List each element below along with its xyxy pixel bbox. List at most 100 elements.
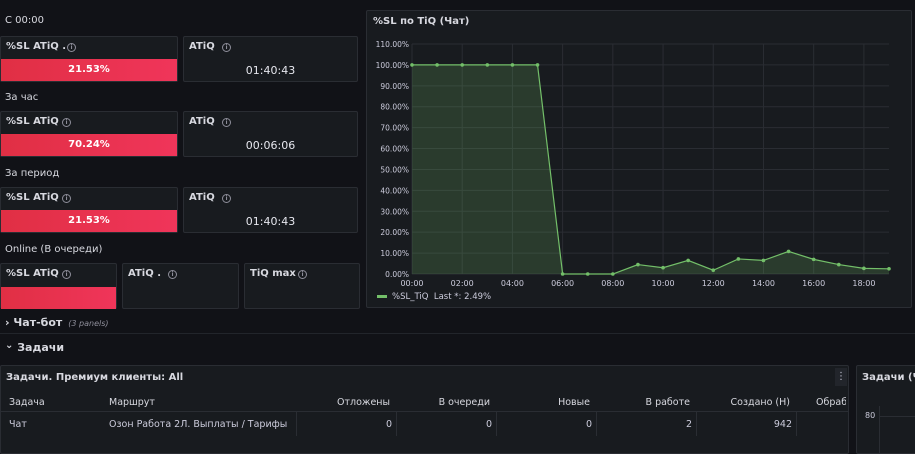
panel-title: %SL ATiQ bbox=[6, 268, 59, 279]
cell-route: Озон Работа 2Л. Выплаты / Тарифы bbox=[109, 419, 288, 430]
y-tick-label: 50.00% bbox=[380, 165, 409, 174]
since-atiq-panel: ATiQ i 01:40:43 bbox=[183, 36, 358, 82]
data-point[interactable] bbox=[560, 272, 565, 276]
y-tick-label: 110.00% bbox=[376, 40, 409, 49]
online-sl-panel: %SL ATiQ i bbox=[0, 263, 117, 309]
atiq-value: 01:40:43 bbox=[245, 64, 296, 77]
data-point[interactable] bbox=[711, 268, 716, 273]
column-header-route[interactable]: Маршрут bbox=[109, 397, 155, 408]
x-tick-label: 00:00 bbox=[400, 279, 423, 288]
chevron-down-icon: ⌄ bbox=[5, 340, 14, 351]
tasks-table-title: Задачи. Премиум клиенты: All bbox=[6, 372, 184, 383]
column-header-in-queue[interactable]: В очереди bbox=[396, 397, 490, 408]
chart-svg[interactable]: 0.00% 10.00% 20.00% 30.00% 40.00% 50.00% 60.00… bbox=[367, 11, 911, 307]
data-point[interactable] bbox=[836, 262, 841, 267]
info-icon[interactable]: i bbox=[62, 194, 71, 203]
data-point[interactable] bbox=[410, 63, 414, 67]
column-header-new[interactable]: Новые bbox=[496, 397, 590, 408]
info-icon[interactable]: i bbox=[67, 43, 76, 52]
data-point[interactable] bbox=[661, 265, 665, 270]
info-icon[interactable]: i bbox=[222, 118, 231, 127]
x-tick-label: 10:00 bbox=[652, 279, 675, 288]
y-tick-label: 60.00% bbox=[380, 145, 409, 154]
data-point[interactable] bbox=[585, 272, 590, 276]
sl-value: 21.53% bbox=[68, 215, 110, 226]
cell-new: 0 bbox=[585, 419, 592, 430]
data-point[interactable] bbox=[535, 63, 540, 67]
y-tick-label: 80.00% bbox=[380, 103, 409, 112]
cell-task: Чат bbox=[9, 419, 27, 430]
column-header-task[interactable]: Задача bbox=[9, 397, 45, 408]
row-tasks-toggle[interactable]: ⌄ Задачи bbox=[5, 340, 64, 354]
side-axis-line bbox=[879, 406, 880, 453]
since-sl-panel: %SL ATiQ . i 21.53% bbox=[0, 36, 178, 82]
x-tick-label: 18:00 bbox=[852, 279, 875, 288]
sl-progress-bar: 70.24% bbox=[1, 134, 177, 156]
sl-value: 70.24% bbox=[68, 139, 110, 150]
chevron-right-icon: › bbox=[5, 316, 10, 329]
x-tick-label: 14:00 bbox=[752, 279, 775, 288]
chart-legend[interactable]: %SL_TiQ Last *: 2.49% bbox=[377, 292, 491, 302]
data-point[interactable] bbox=[786, 249, 791, 254]
legend-last-value: Last *: 2.49% bbox=[433, 292, 492, 302]
panel-menu-icon[interactable]: ⋮ bbox=[835, 368, 847, 386]
hour-atiq-panel: ATiQ i 00:06:06 bbox=[183, 111, 358, 157]
panel-title: %SL ATiQ . bbox=[6, 41, 67, 52]
data-point[interactable] bbox=[485, 63, 490, 67]
cell-in-work: 2 bbox=[685, 419, 692, 430]
data-point[interactable] bbox=[811, 257, 816, 262]
section-label-period: За период bbox=[5, 168, 60, 179]
data-point[interactable] bbox=[761, 258, 766, 263]
y-tick-label: 10.00% bbox=[380, 249, 409, 258]
y-tick-label: 40.00% bbox=[380, 186, 409, 195]
data-point[interactable] bbox=[636, 262, 640, 267]
column-header-postponed[interactable]: Отложены bbox=[296, 397, 390, 408]
info-icon[interactable]: i bbox=[62, 270, 71, 279]
data-point[interactable] bbox=[460, 63, 465, 67]
info-icon[interactable]: i bbox=[298, 270, 307, 279]
panel-title: ATiQ bbox=[189, 41, 215, 52]
x-tick-label: 06:00 bbox=[551, 279, 574, 288]
data-point[interactable] bbox=[686, 258, 690, 263]
row-chatbot-toggle[interactable]: › Чат-бот (3 panels) bbox=[5, 316, 109, 329]
section-label-hour: За час bbox=[5, 92, 39, 103]
panel-title: ATiQ bbox=[189, 116, 215, 127]
y-tick-label: 90.00% bbox=[380, 82, 409, 91]
side-grid-line bbox=[879, 416, 915, 417]
row-chatbot-title: Чат-бот bbox=[13, 316, 63, 329]
sl-tiq-chart-panel: %SL по TiQ (Чат) 0.00% 10.00% 20.00% 30.00%… bbox=[366, 10, 912, 308]
info-icon[interactable]: i bbox=[62, 118, 71, 127]
data-point[interactable] bbox=[862, 266, 866, 271]
data-point[interactable] bbox=[887, 266, 891, 271]
period-sl-panel: %SL ATiQ i 21.53% bbox=[0, 187, 178, 233]
panel-title: TiQ max bbox=[250, 268, 296, 279]
data-point[interactable] bbox=[435, 63, 439, 67]
atiq-value: 01:40:43 bbox=[245, 215, 296, 228]
cell-divider bbox=[796, 412, 797, 436]
table-header-divider bbox=[1, 411, 848, 412]
y-tick-label: 100.00% bbox=[376, 61, 409, 70]
atiq-value: 00:06:06 bbox=[245, 139, 296, 152]
y-tick-label: 20.00% bbox=[380, 228, 409, 237]
column-header-created[interactable]: Создано (Н) bbox=[696, 397, 791, 408]
cell-postponed: 0 bbox=[385, 419, 392, 430]
info-icon[interactable]: i bbox=[168, 270, 177, 279]
side-panel-title: Задачи (Чат bbox=[862, 372, 915, 383]
hour-sl-panel: %SL ATiQ i 70.24% bbox=[0, 111, 178, 157]
x-tick-label: 12:00 bbox=[702, 279, 725, 288]
column-header-in-work[interactable]: В работе bbox=[596, 397, 690, 408]
data-point[interactable] bbox=[510, 63, 515, 67]
panel-title: %SL ATiQ bbox=[6, 192, 59, 203]
column-header-processed[interactable]: Обраб bbox=[816, 397, 846, 408]
sl-progress-bar bbox=[1, 287, 116, 309]
data-point[interactable] bbox=[611, 272, 615, 276]
info-icon[interactable]: i bbox=[222, 43, 231, 52]
tasks-table-panel: Задачи. Премиум клиенты: All ⋮ Задача Ма… bbox=[0, 365, 849, 454]
row-chatbot-panel-count: (3 panels) bbox=[68, 319, 109, 328]
legend-series-name: %SL_TiQ bbox=[392, 292, 429, 302]
info-icon[interactable]: i bbox=[222, 194, 231, 203]
cell-created: 942 bbox=[773, 419, 792, 430]
data-point[interactable] bbox=[736, 257, 741, 261]
y-tick-label: 70.00% bbox=[380, 124, 409, 133]
section-label-online: Online (В очереди) bbox=[5, 244, 103, 255]
